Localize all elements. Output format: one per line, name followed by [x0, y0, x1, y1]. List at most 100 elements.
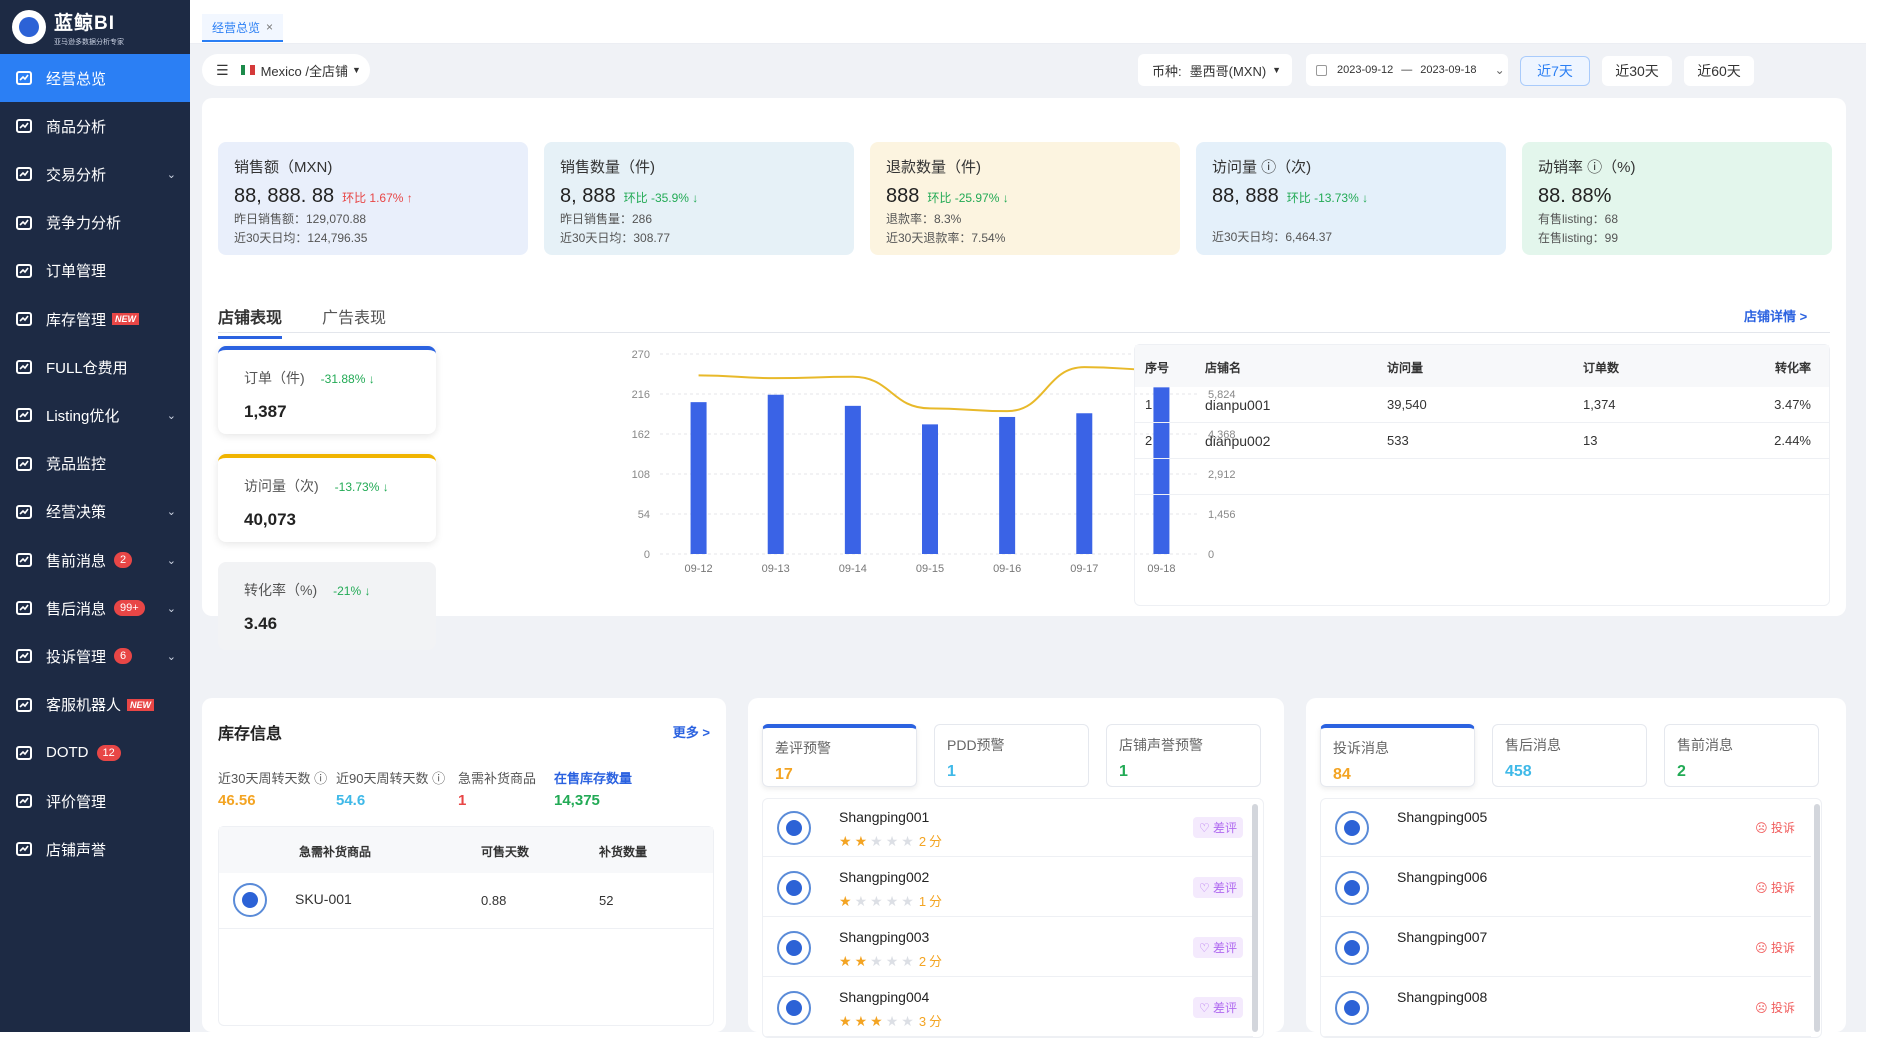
list-item[interactable]: Shangping004 ★★★★★ 3分 ♡ 差评: [763, 979, 1253, 1037]
product-thumbnail-icon: [1335, 871, 1369, 905]
sidebar-item-13[interactable]: 客服机器人 NEW: [0, 681, 190, 729]
inventory-stat-label[interactable]: 在售库存数量: [554, 768, 632, 787]
product-name: Shangping004: [839, 989, 930, 1005]
complaint-tag[interactable]: ☹ 投诉: [1749, 877, 1801, 898]
date-separator: —: [1401, 64, 1413, 76]
sidebar-item-4[interactable]: 订单管理: [0, 247, 190, 295]
bar-chart-icon: [14, 213, 34, 233]
bad-review-tag[interactable]: ♡ 差评: [1192, 877, 1243, 898]
scrollbar[interactable]: [1814, 804, 1820, 1032]
sidebar-item-0[interactable]: 经营总览: [0, 54, 190, 102]
sidebar-item-label: 经营决策: [46, 504, 107, 522]
tab-ad-performance[interactable]: 广告表现: [322, 304, 386, 328]
inventory-more-link[interactable]: 更多 >: [673, 722, 710, 741]
list-item[interactable]: Shangping008 ☹ 投诉: [1321, 979, 1811, 1037]
kpi-subtext: 近30天日均：124,796.35: [234, 231, 368, 245]
tag-label: 投诉: [1770, 821, 1795, 835]
sidebar-item-11[interactable]: 售后消息 99+ ⌄: [0, 584, 190, 632]
messages-summary-box[interactable]: 售后消息 458: [1492, 724, 1647, 787]
star-icon: ★: [870, 833, 886, 849]
tab-store-performance[interactable]: 店铺表现: [218, 304, 283, 339]
complaint-list: Shangping005 ☹ 投诉 Shangping006 ☹ 投诉 Shangpin…: [1320, 798, 1822, 1038]
currency-value: 墨西哥(MXN): [1189, 63, 1267, 79]
menu-icon[interactable]: ☰: [216, 62, 229, 79]
list-item[interactable]: Shangping005 ☹ 投诉: [1321, 799, 1811, 857]
bad-review-tag[interactable]: ♡ 差评: [1192, 997, 1243, 1018]
sidebar-item-14[interactable]: DOTD 12: [0, 729, 190, 777]
kpi-subtext: 近30天日均：6,464.37: [1212, 230, 1333, 244]
scrollbar[interactable]: [1252, 804, 1258, 1032]
list-item[interactable]: Shangping007 ☹ 投诉: [1321, 919, 1811, 977]
box-label: 售前消息: [1677, 737, 1733, 753]
frown-icon: ☹: [1755, 821, 1771, 835]
currency-select[interactable]: 币种: 墨西哥(MXN) ▼: [1138, 54, 1292, 86]
product-name: Shangping003: [839, 929, 930, 945]
sidebar-item-16[interactable]: 店铺声誉: [0, 825, 190, 873]
metric-card[interactable]: 订单（件) -31.88% ↓ 1,387: [218, 346, 436, 434]
sidebar-item-7[interactable]: Listing优化 ⌄: [0, 391, 190, 439]
bar[interactable]: [690, 402, 707, 554]
kpi-title: 动销率 ⓘ（%): [1538, 159, 1636, 176]
box-label: PDD预警: [947, 737, 1005, 753]
table-cell: 1,374: [1583, 397, 1616, 412]
sidebar-item-6[interactable]: FULL仓费用: [0, 343, 190, 391]
range-30d-button[interactable]: 近30天: [1602, 56, 1672, 86]
sidebar-item-3[interactable]: 竞争力分析: [0, 199, 190, 247]
box-label: 店铺声誉预警: [1119, 737, 1203, 753]
table-row[interactable]: 2 dianpu002 533 13 2.44%: [1135, 423, 1829, 459]
list-item[interactable]: Shangping003 ★★★★★ 2分 ♡ 差评: [763, 919, 1253, 977]
bar[interactable]: [999, 416, 1016, 554]
sidebar-item-1[interactable]: 商品分析: [0, 102, 190, 150]
close-icon[interactable]: ×: [266, 20, 273, 34]
bar[interactable]: [844, 405, 861, 554]
sidebar-item-9[interactable]: 经营决策 ⌄: [0, 488, 190, 536]
bad-review-tag[interactable]: ♡ 差评: [1192, 937, 1243, 958]
messages-summary-box[interactable]: 投诉消息 84: [1320, 724, 1475, 787]
range-7d-button[interactable]: 近7天: [1520, 56, 1590, 86]
sidebar-item-15[interactable]: 评价管理: [0, 777, 190, 825]
bar[interactable]: [922, 424, 938, 554]
list-item[interactable]: Shangping002 ★★★★★ 1分 ♡ 差评: [763, 859, 1253, 917]
kpi-card[interactable]: 动销率 ⓘ（%) 88. 88% 有售listing：68 在售listing：99: [1522, 142, 1832, 255]
sidebar-item-2[interactable]: 交易分析 ⌄: [0, 150, 190, 198]
column-header: 访问量: [1387, 361, 1424, 375]
store-label: Mexico /全店铺: [260, 63, 348, 79]
reviews-summary-box[interactable]: 差评预警 17: [762, 724, 917, 787]
product-thumbnail-icon: [777, 931, 811, 965]
store-selector[interactable]: ☰ Mexico /全店铺 ▼: [202, 54, 370, 86]
mexico-flag-icon: [240, 65, 255, 75]
range-60d-button[interactable]: 近60天: [1684, 56, 1754, 86]
list-item[interactable]: Shangping006 ☹ 投诉: [1321, 859, 1811, 917]
sidebar-item-5[interactable]: 库存管理 NEW: [0, 295, 190, 343]
y-tick-left: 54: [638, 509, 650, 521]
sidebar-item-8[interactable]: 竞品监控: [0, 440, 190, 488]
table-row[interactable]: SKU-001 0.88 52: [219, 873, 713, 929]
reviews-summary-box[interactable]: PDD预警 1: [934, 724, 1089, 787]
metric-card[interactable]: 访问量（次) -13.73% ↓ 40,073: [218, 454, 436, 542]
kpi-card[interactable]: 销售额（MXN) 88, 888. 88 环比 1.67% ↑ 昨日销售额：129,0…: [218, 142, 528, 255]
kpi-card[interactable]: 销售数量（件) 8, 888 环比 -35.9% ↓ 昨日销售量：286 近30天日均：…: [544, 142, 854, 255]
bad-review-tag[interactable]: ♡ 差评: [1192, 817, 1243, 838]
chat-icon: [14, 550, 34, 570]
logo[interactable]: 蓝鲸BI 亚马逊多数据分析专家: [0, 0, 190, 54]
messages-summary-box[interactable]: 售前消息 2: [1664, 724, 1819, 787]
complaint-tag[interactable]: ☹ 投诉: [1749, 817, 1801, 838]
list-item[interactable]: Shangping001 ★★★★★ 2分 ♡ 差评: [763, 799, 1253, 857]
bar[interactable]: [1076, 413, 1093, 554]
table-row[interactable]: 1 dianpu001 39,540 1,374 3.47%: [1135, 387, 1829, 423]
tab-overview[interactable]: 经营总览 ×: [202, 14, 284, 42]
frown-icon: ☹: [1755, 881, 1771, 895]
complaint-tag[interactable]: ☹ 投诉: [1749, 997, 1801, 1018]
kpi-change: 环比 -25.97% ↓: [927, 191, 1009, 205]
date-range-picker[interactable]: 2023-09-12 — 2023-09-18 ⌄: [1306, 54, 1508, 86]
kpi-card[interactable]: 退款数量（件) 888 环比 -25.97% ↓ 退款率：8.3% 近30天退款率：7.…: [870, 142, 1180, 255]
bar[interactable]: [767, 394, 784, 554]
kpi-card[interactable]: 访问量 ⓘ（次) 88, 888 环比 -13.73% ↓ 近30天日均：6,464.…: [1196, 142, 1506, 255]
metric-card[interactable]: 转化率（%) -21% ↓ 3.46: [218, 562, 436, 650]
sidebar-item-10[interactable]: 售前消息 2 ⌄: [0, 536, 190, 584]
kpi-change: 环比 -35.9% ↓: [623, 191, 699, 205]
complaint-tag[interactable]: ☹ 投诉: [1749, 937, 1801, 958]
sidebar-item-12[interactable]: 投诉管理 6 ⌄: [0, 632, 190, 680]
store-detail-link[interactable]: 店铺详情 >: [1744, 306, 1807, 325]
reviews-summary-box[interactable]: 店铺声誉预警 1: [1106, 724, 1261, 787]
